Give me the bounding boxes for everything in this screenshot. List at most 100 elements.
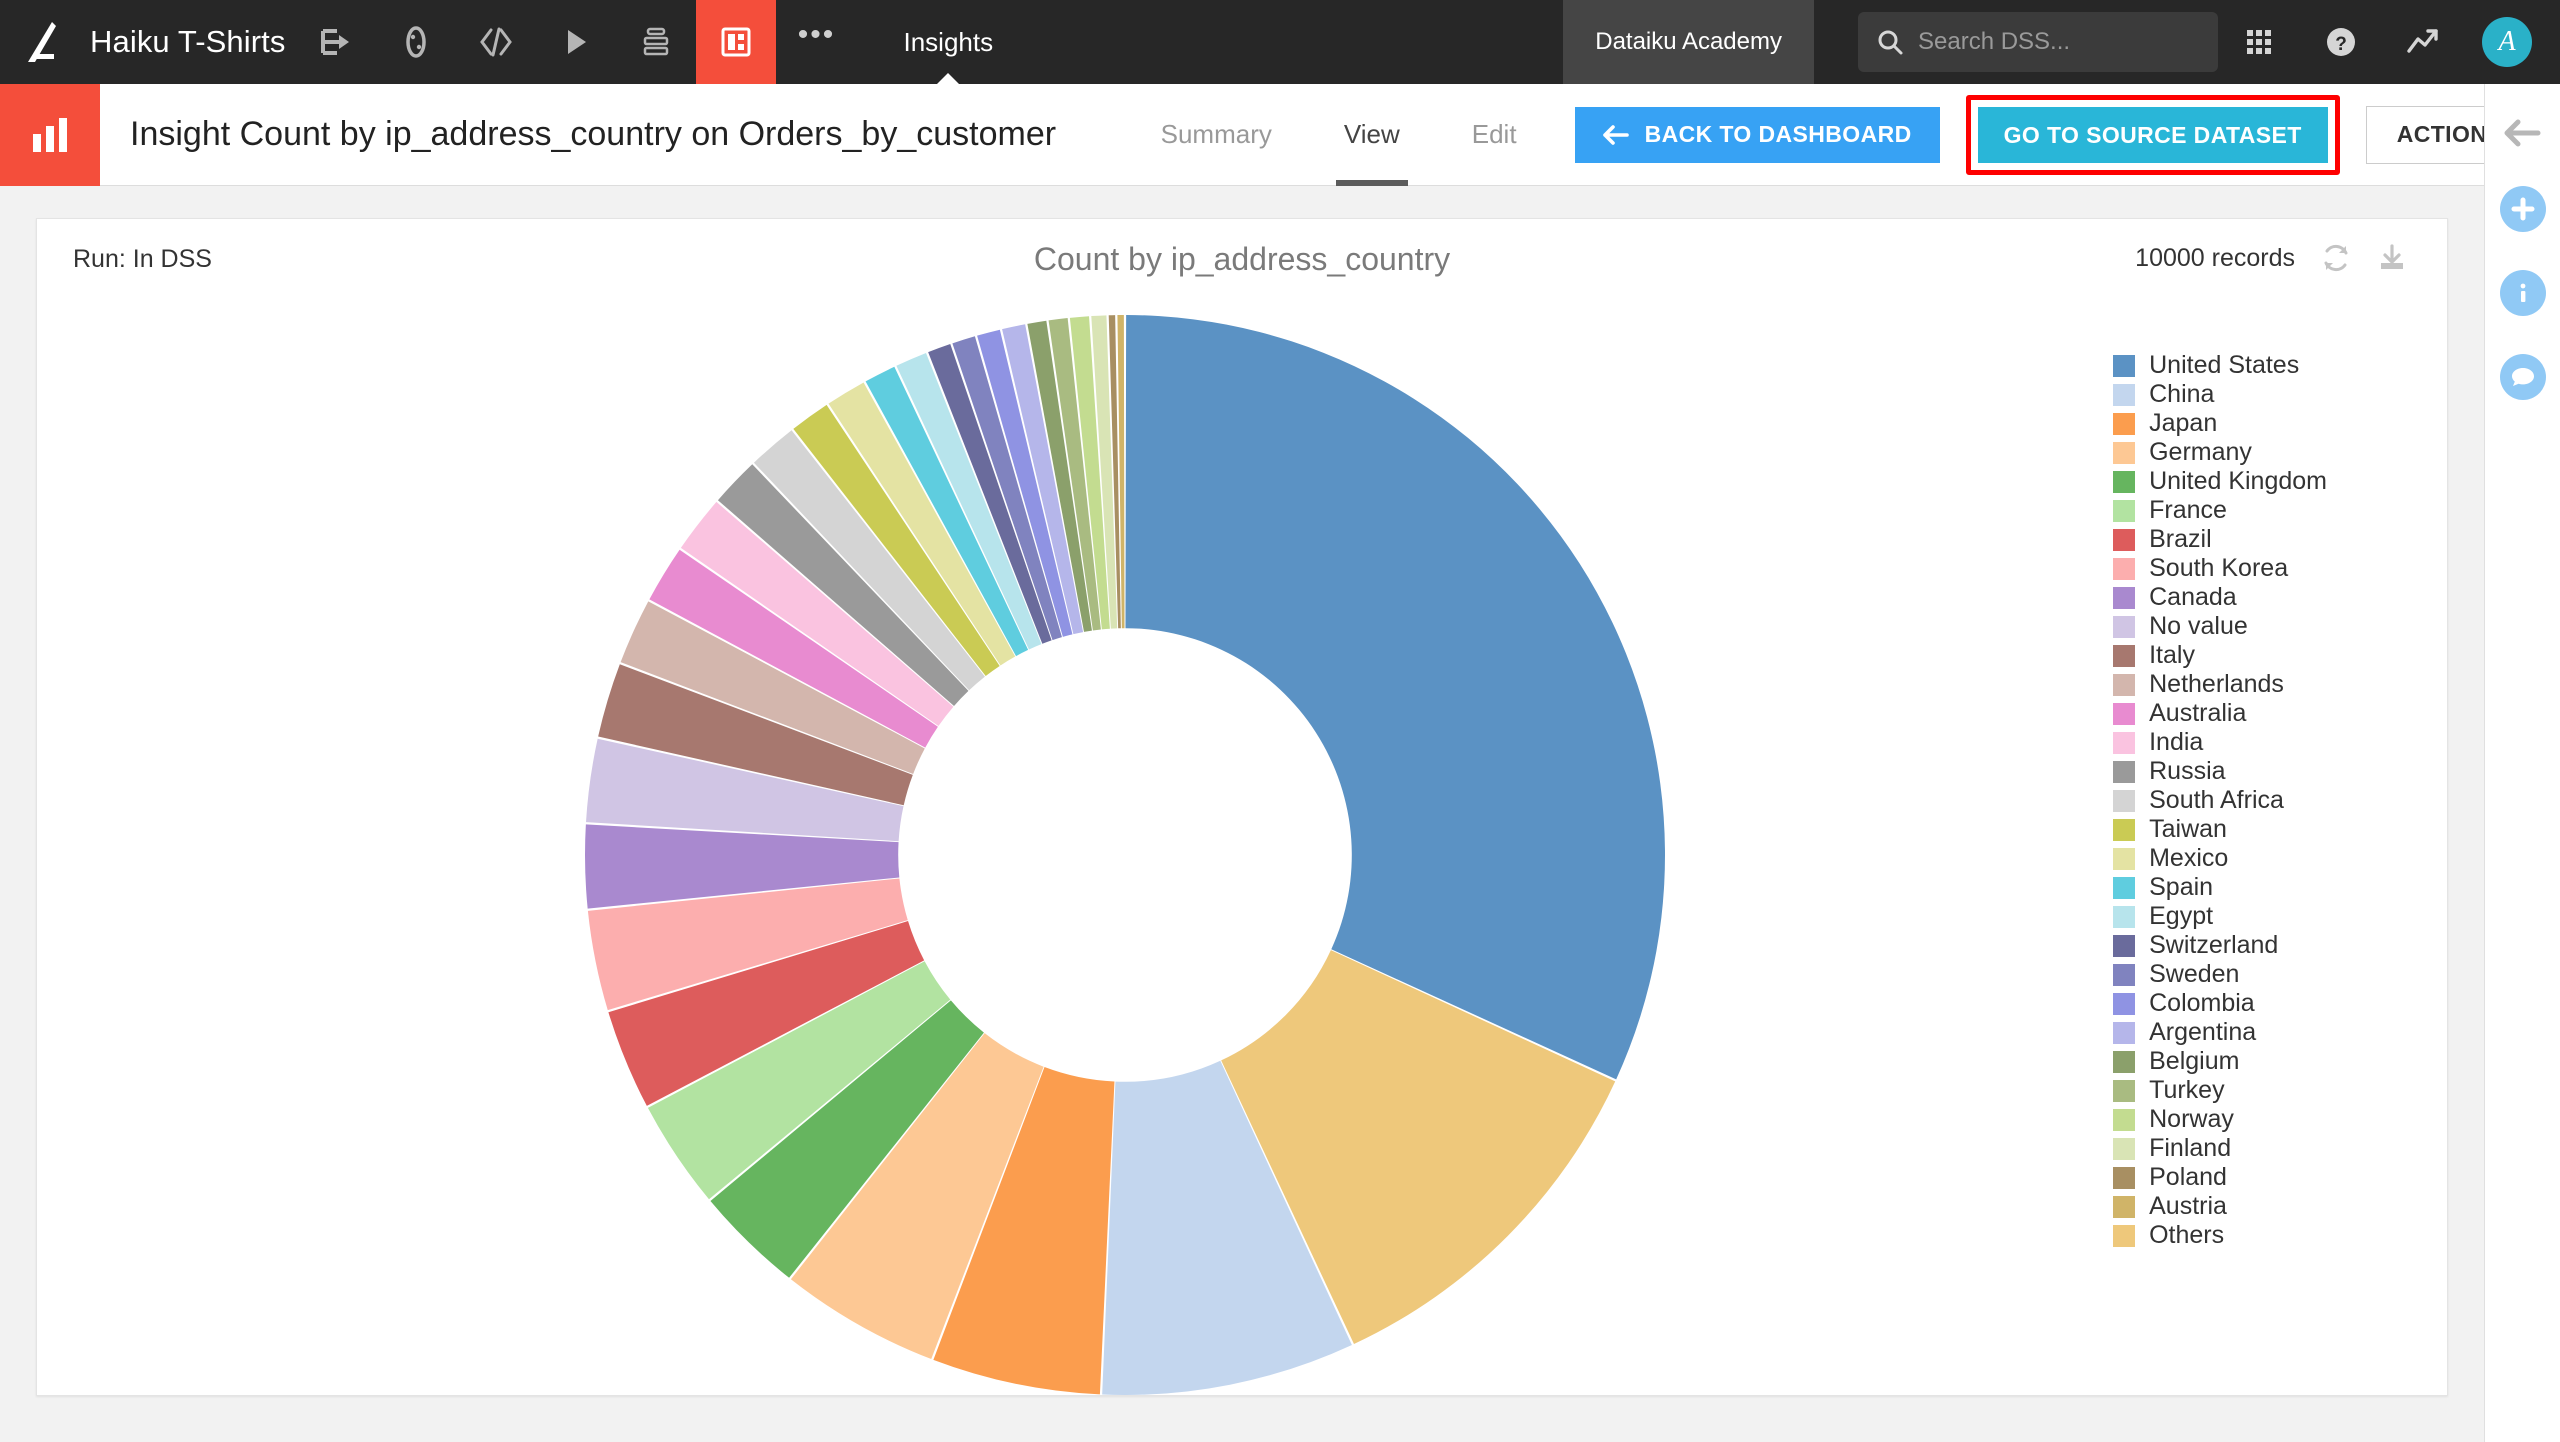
legend-item[interactable]: Belgium [2113,1047,2327,1076]
project-name[interactable]: Haiku T-Shirts [84,24,296,60]
legend-item[interactable]: Poland [2113,1163,2327,1192]
legend-label: Poland [2149,1163,2227,1191]
chart-title: Count by ip_address_country [1033,241,1451,277]
legend-item[interactable]: France [2113,496,2327,525]
refresh-icon[interactable] [2321,243,2351,273]
legend-item[interactable]: Turkey [2113,1076,2327,1105]
automation-icon[interactable] [536,0,616,84]
legend-label: Austria [2149,1192,2227,1220]
legend-label: Egypt [2149,902,2214,930]
legend-item[interactable]: Germany [2113,438,2327,467]
legend-label: Sweden [2149,960,2240,988]
legend-label: Turkey [2149,1076,2225,1104]
legend-item[interactable]: Spain [2113,873,2327,902]
trending-up-icon[interactable] [2382,0,2464,84]
insight-header-bar: Insight Count by ip_address_country on O… [0,83,2560,186]
legend-item[interactable]: Norway [2113,1105,2327,1134]
chart-card: Run: In DSS Count by ip_address_country … [36,218,2448,1396]
legend-swatch [2113,847,2136,870]
legend-item[interactable]: Taiwan [2113,815,2327,844]
legend-item[interactable]: Russia [2113,757,2327,786]
legend-swatch [2113,1166,2136,1189]
legend-swatch [2113,441,2136,464]
legend-item[interactable]: Finland [2113,1134,2327,1163]
legend-swatch [2113,818,2136,841]
donut-chart[interactable] [575,305,1675,1405]
legend-label: Brazil [2149,525,2212,553]
more-menu-icon[interactable]: ••• [776,0,858,84]
flow-icon[interactable] [296,0,376,84]
legend-label: Australia [2149,699,2247,727]
legend-label: Switzerland [2149,931,2279,959]
legend-item[interactable]: Egypt [2113,902,2327,931]
page-title: Insight Count by ip_address_country on O… [130,115,1057,153]
legend-label: Germany [2149,438,2252,466]
legend-label: Argentina [2149,1018,2257,1046]
legend-item[interactable]: Italy [2113,641,2327,670]
tab-edit[interactable]: Edit [1436,84,1553,186]
search-input[interactable] [1918,28,2200,56]
legend-item[interactable]: India [2113,728,2327,757]
legend-item[interactable]: United States [2113,351,2327,380]
download-icon[interactable] [2377,243,2407,273]
legend-label: Finland [2149,1134,2232,1162]
legend-label: Others [2149,1221,2225,1249]
legend-item[interactable]: Australia [2113,699,2327,728]
legend-swatch [2113,499,2136,522]
code-icon[interactable] [456,0,536,84]
legend-swatch [2113,412,2136,435]
topbar-right-actions: ? A [2218,0,2560,84]
legend-label: United States [2149,351,2300,379]
lab-icon[interactable] [376,0,456,84]
dashboards-icon[interactable] [695,0,776,84]
legend-swatch [2113,383,2136,406]
dataiku-logo-icon[interactable] [0,0,84,84]
search-box[interactable] [1858,12,2218,72]
jobs-icon[interactable] [616,0,696,84]
help-circle-icon[interactable]: ? [2300,0,2382,84]
academy-chip[interactable]: Dataiku Academy [1563,0,1814,84]
collapse-panel-icon[interactable] [2504,118,2542,148]
legend-swatch [2113,992,2136,1015]
legend-label: India [2149,728,2204,756]
legend-swatch [2113,1079,2136,1102]
tab-view[interactable]: View [1308,84,1436,186]
legend-item[interactable]: China [2113,380,2327,409]
legend-item[interactable]: Brazil [2113,525,2327,554]
legend-swatch [2113,702,2136,725]
legend-label: Netherlands [2149,670,2284,698]
discussions-icon[interactable] [2499,354,2546,400]
legend-item[interactable]: Switzerland [2113,931,2327,960]
legend-item[interactable]: Sweden [2113,960,2327,989]
legend-label: Japan [2149,409,2218,437]
legend-swatch [2113,557,2136,580]
legend-item[interactable]: Others [2113,1221,2327,1250]
tab-summary[interactable]: Summary [1125,84,1308,186]
avatar[interactable]: A [2482,17,2532,67]
legend-swatch [2113,876,2136,899]
back-to-dashboard-button[interactable]: BACK TO DASHBOARD [1574,106,1940,163]
legend-label: Italy [2149,641,2195,669]
legend-label: Mexico [2149,844,2229,872]
legend-item[interactable]: Colombia [2113,989,2327,1018]
donut-slice[interactable] [1125,315,1665,1080]
add-icon[interactable] [2499,186,2546,232]
legend-item[interactable]: South Africa [2113,786,2327,815]
legend-item[interactable]: Netherlands [2113,670,2327,699]
go-to-source-dataset-button[interactable]: GO TO SOURCE DATASET [1977,106,2328,163]
legend-swatch [2113,731,2136,754]
section-title-insights[interactable]: Insights [874,0,1024,84]
legend-item[interactable]: Argentina [2113,1018,2327,1047]
legend-swatch [2113,528,2136,551]
legend-item[interactable]: Japan [2113,409,2327,438]
info-icon[interactable] [2499,270,2546,316]
legend-item[interactable]: United Kingdom [2113,467,2327,496]
legend-item[interactable]: Canada [2113,583,2327,612]
legend-item[interactable]: South Korea [2113,554,2327,583]
legend-item[interactable]: No value [2113,612,2327,641]
legend-item[interactable]: Mexico [2113,844,2327,873]
legend-item[interactable]: Austria [2113,1192,2327,1221]
apps-grid-icon[interactable] [2218,0,2300,84]
legend-label: Spain [2149,873,2214,901]
search-icon [1876,28,1904,56]
